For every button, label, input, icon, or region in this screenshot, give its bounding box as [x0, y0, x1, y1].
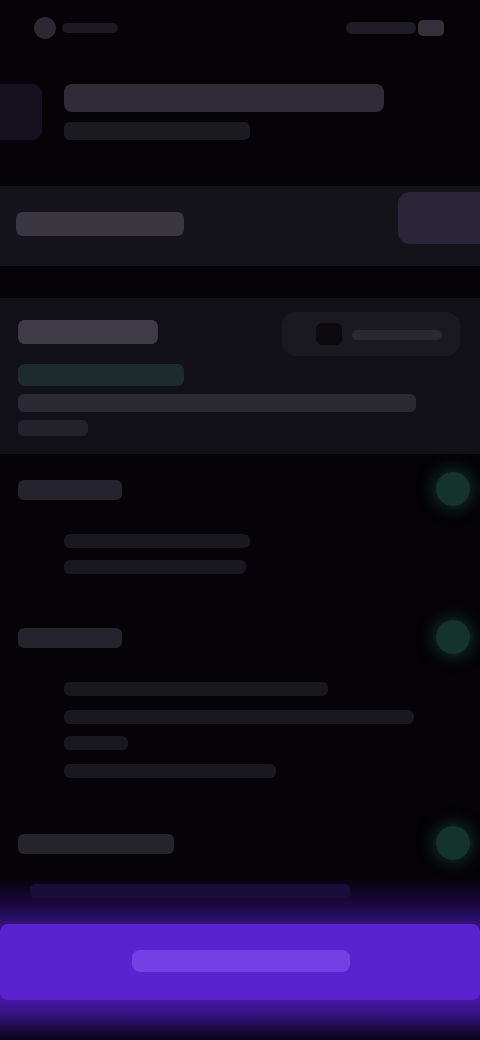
- banner-action-button[interactable]: [398, 192, 480, 244]
- section-title: [18, 834, 174, 854]
- score-description: [18, 394, 416, 412]
- page-title-text: [64, 84, 65, 85]
- list-item-text: [64, 682, 65, 683]
- check-icon: [436, 826, 470, 860]
- back-button[interactable]: [0, 84, 42, 140]
- list-item: [64, 710, 414, 724]
- banner-text: [16, 212, 184, 236]
- status-bar: [0, 0, 480, 56]
- check-icon: [436, 472, 470, 506]
- list-item-text: [64, 710, 65, 711]
- check-icon: [436, 620, 470, 654]
- primary-action-button[interactable]: [0, 924, 480, 1000]
- status-indicators: [346, 22, 416, 34]
- list-item-text: [64, 534, 65, 535]
- list-item: [30, 884, 350, 898]
- list-item-text: [64, 560, 65, 561]
- score-card-title: [18, 320, 158, 344]
- section-title: [18, 628, 122, 648]
- page-title: [64, 84, 384, 112]
- list-item: [64, 560, 246, 574]
- page-subtitle-text: [64, 122, 65, 123]
- score-pill-text: [352, 330, 442, 340]
- status-time: [62, 23, 118, 33]
- app-icon: [34, 17, 56, 39]
- list-item: [64, 534, 250, 548]
- section-title: [18, 480, 122, 500]
- app-screen: [0, 0, 480, 1040]
- score-pill-icon: [316, 323, 342, 345]
- section-title-text: [18, 628, 19, 629]
- battery-icon: [418, 20, 444, 36]
- section-title-text: [18, 834, 19, 835]
- list-item: [64, 682, 328, 696]
- score-description-continued: [18, 420, 88, 436]
- score-highlight: [18, 364, 184, 386]
- list-item-continued: [64, 736, 128, 750]
- section-title-text: [18, 480, 19, 481]
- list-item: [64, 764, 276, 778]
- page-subtitle: [64, 122, 250, 140]
- list-item-text: [64, 764, 65, 765]
